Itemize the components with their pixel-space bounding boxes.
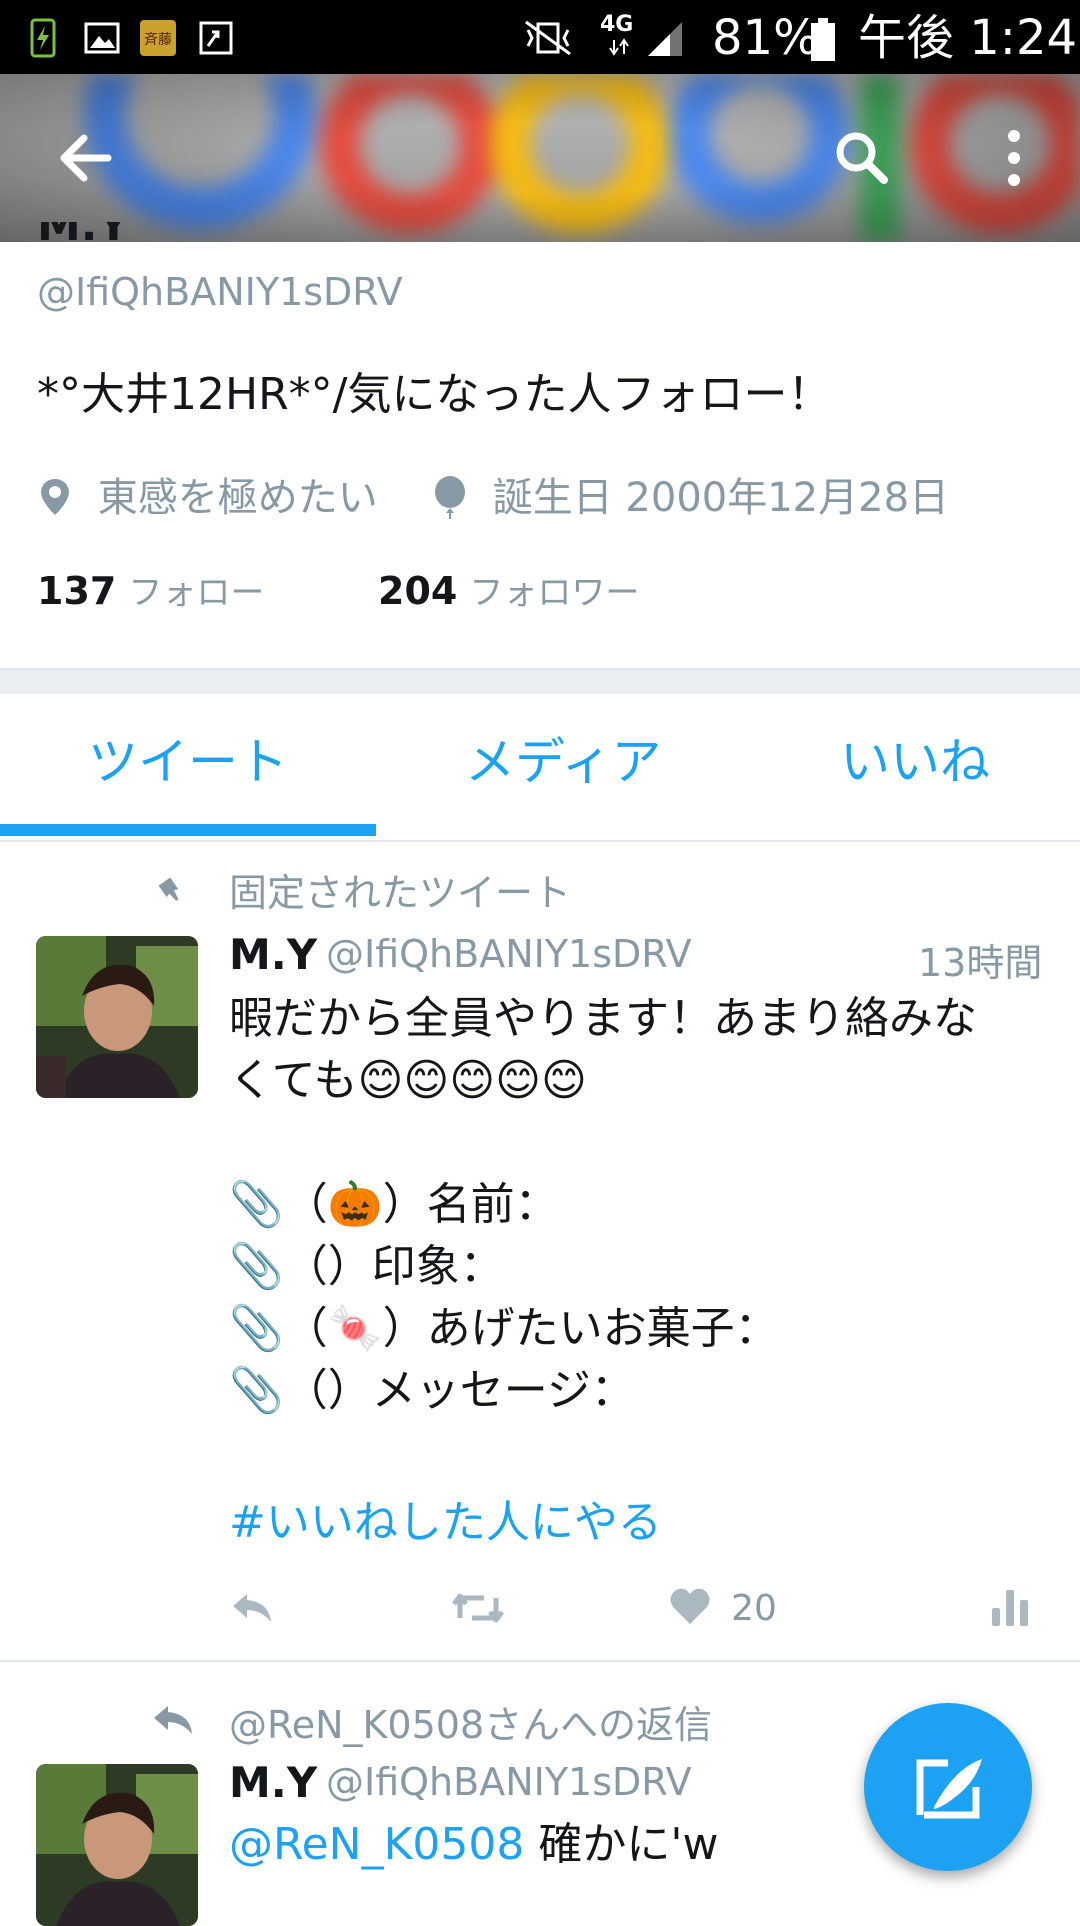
location-row: 東感を極めたい: [37, 465, 378, 523]
following-label: フォロー: [128, 573, 265, 613]
tweet-line: 📎（）印象：: [229, 1241, 504, 1292]
tweet-author-name[interactable]: M.Y: [229, 930, 317, 979]
reply-icon: [233, 1594, 271, 1622]
mention-link[interactable]: @ReN_K0508: [229, 1819, 524, 1870]
battery-percent: 81%: [712, 10, 819, 66]
profile-bio: *°大井12HR*°/気になった人フォロー！: [37, 369, 832, 420]
tweet-body: @ReN_K0508 確かに'w: [229, 1814, 719, 1876]
app-notification-icon: 斉藤: [138, 18, 178, 58]
section-divider: [0, 668, 1080, 694]
pinned-label: 固定されたツイート: [229, 871, 572, 915]
signal-icon: [644, 18, 686, 58]
hashtag-link[interactable]: #いいねした人にやる: [229, 1492, 662, 1554]
network-4g-icon: 4G: [600, 12, 640, 58]
svg-text:斉藤: 斉藤: [144, 32, 172, 48]
avatar[interactable]: [36, 936, 198, 1098]
like-button[interactable]: 20: [668, 1586, 777, 1629]
birthday-row: 誕生日 2000年12月28日: [430, 465, 949, 523]
reply-context-label[interactable]: @ReN_K0508さんへの返信: [229, 1694, 712, 1749]
reply-button[interactable]: [229, 1588, 275, 1632]
tweet-line: 暇だから全員やります！あまり絡みな: [229, 993, 977, 1044]
following-count: 137: [37, 569, 117, 613]
tab-tweets[interactable]: ツイート: [88, 722, 288, 794]
birthday-text: 誕生日 2000年12月28日: [492, 475, 950, 521]
battery-icon: [810, 18, 836, 61]
search-icon: [836, 132, 888, 184]
avatar-image: [36, 1764, 198, 1926]
arrow-left-icon: [60, 134, 112, 182]
like-count: 20: [731, 1588, 777, 1629]
tweet-line: 📎（🎃）名前：: [229, 1179, 559, 1230]
retweet-icon: [452, 1593, 504, 1623]
profile-banner: [0, 74, 1080, 242]
avatar-image: [36, 936, 198, 1098]
location-pin-icon: [41, 479, 69, 515]
retweet-button[interactable]: [450, 1588, 506, 1632]
status-bar: 斉藤 4G 81% 午後 1:24: [0, 0, 1080, 74]
vibrate-icon: [520, 18, 576, 58]
back-button[interactable]: [50, 122, 122, 194]
tweet-line: くても😊😊😊😊😊: [229, 1055, 587, 1106]
tab-media[interactable]: メディア: [465, 722, 662, 794]
tweet-text: 確かに'w: [524, 1819, 719, 1870]
avatar[interactable]: [36, 1764, 198, 1926]
tweet-line: 📎（）メッセージ：: [229, 1365, 635, 1416]
profile-tabs: ツイート メディア いいね: [0, 692, 1080, 842]
tweet-line: 📎（🍬）あげたいお菓子：: [229, 1303, 779, 1354]
gallery-icon: [82, 18, 122, 58]
followers-count-link[interactable]: 204 フォロワー: [378, 565, 639, 614]
heart-icon: [670, 1588, 710, 1624]
tweet-author-handle[interactable]: @IfiQhBANIY1sDRV: [326, 932, 692, 976]
balloon-icon: [435, 476, 465, 519]
active-tab-indicator: [0, 824, 376, 836]
location-text: 東感を極めたい: [97, 475, 378, 521]
tweet-line: [229, 1112, 1049, 1174]
reply-context-icon: [154, 1706, 192, 1734]
tweet-body: 暇だから全員やります！あまり絡みな くても😊😊😊😊😊 📎（🎃）名前： 📎（）印象…: [229, 988, 1049, 1422]
search-button[interactable]: [826, 122, 898, 194]
clock: 午後 1:24: [858, 10, 1078, 66]
tweet-author-handle[interactable]: @IfiQhBANIY1sDRV: [326, 1760, 692, 1804]
bar-chart-icon: [992, 1590, 1028, 1626]
pin-icon: [158, 877, 179, 901]
followers-count: 204: [378, 569, 458, 613]
tweet-author-name[interactable]: M.Y: [229, 1758, 317, 1807]
tab-likes[interactable]: いいね: [840, 722, 990, 794]
compose-quill-icon: [916, 1759, 982, 1819]
analytics-button[interactable]: [988, 1586, 1032, 1632]
more-vertical-icon: [1008, 130, 1020, 186]
compose-tweet-button[interactable]: [864, 1703, 1032, 1871]
tweet-timestamp[interactable]: 13時間: [918, 932, 1042, 987]
tweet-divider: [0, 1660, 1080, 1662]
followers-label: フォロワー: [469, 573, 640, 613]
following-count-link[interactable]: 137 フォロー: [37, 565, 264, 614]
screen-share-icon: [196, 18, 236, 58]
profile-handle: @IfiQhBANIY1sDRV: [37, 270, 403, 314]
profile-name-partial: M.Y: [37, 222, 177, 242]
battery-charging-icon: [26, 18, 60, 58]
more-options-button[interactable]: [978, 122, 1050, 194]
